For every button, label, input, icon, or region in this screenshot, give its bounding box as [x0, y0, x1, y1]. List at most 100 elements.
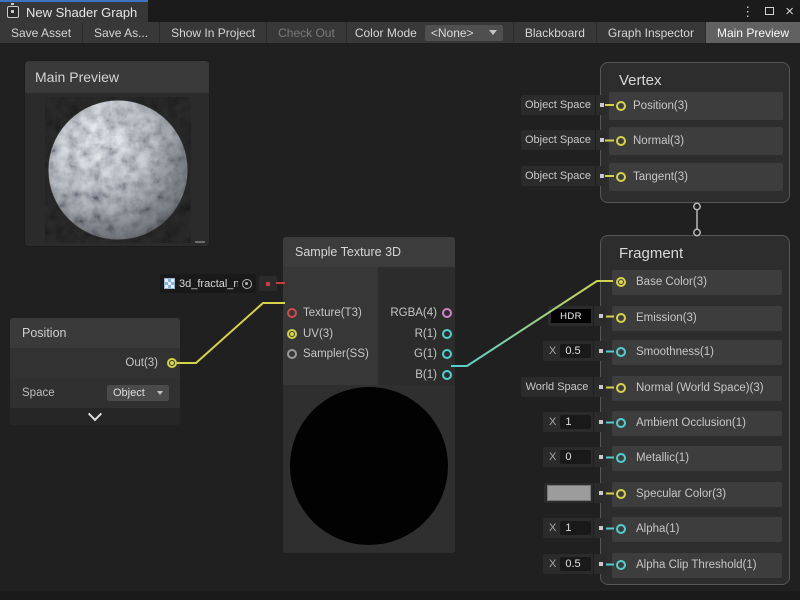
r-output-port[interactable]: [442, 329, 452, 339]
window-bottom-edge: [0, 591, 800, 600]
alpha-clip-input-port[interactable]: [616, 560, 626, 570]
object-picker-icon[interactable]: [242, 279, 252, 289]
out-output-port[interactable]: [167, 358, 177, 368]
base-color-input-port[interactable]: [616, 277, 626, 287]
smoothness-value-field[interactable]: X 0.5: [543, 341, 607, 361]
normal-ws-input-port[interactable]: [616, 383, 626, 393]
connector-dot: [593, 554, 607, 574]
color-swatch[interactable]: [547, 485, 591, 501]
vertex-row-tangent: Tangent(3): [609, 163, 783, 191]
uv-input-port[interactable]: [287, 329, 297, 339]
emission-input-port[interactable]: [616, 313, 626, 323]
fragment-row-metallic: Metallic(1): [612, 446, 782, 471]
window-controls: ⋮ ×: [741, 0, 794, 22]
fragment-node[interactable]: Fragment Base Color(3) Emission(3) Smoot…: [600, 235, 790, 585]
tab-new-shader-graph[interactable]: New Shader Graph: [0, 0, 148, 22]
hdr-color-swatch[interactable]: HDR: [551, 309, 591, 323]
color-mode-label: Color Mode: [347, 26, 425, 40]
ambient-occlusion-value-field[interactable]: X 1: [543, 412, 607, 432]
float-input[interactable]: 0.5: [560, 344, 591, 358]
x-component-label: X: [543, 345, 558, 357]
port-label: Base Color(3): [636, 276, 707, 288]
ambient-occlusion-input-port[interactable]: [616, 418, 626, 428]
fragment-node-title: Fragment: [619, 245, 683, 262]
connector-dot: [595, 95, 607, 115]
save-asset-button[interactable]: Save Asset: [0, 22, 83, 43]
sample-node-title[interactable]: Sample Texture 3D: [283, 237, 455, 268]
normal-input-port[interactable]: [616, 136, 626, 146]
close-icon[interactable]: ×: [785, 4, 794, 19]
float-input[interactable]: 1: [560, 415, 591, 429]
texture3d-icon: [164, 278, 175, 289]
rgba-output-port[interactable]: [442, 308, 452, 318]
normal-space-badge-ws[interactable]: World Space: [521, 377, 607, 397]
fragment-row-alpha: Alpha(1): [612, 517, 782, 542]
color-mode-dropdown[interactable]: <None>: [425, 25, 503, 41]
position-node[interactable]: Position Out(3) Space Object: [10, 318, 180, 425]
port-label: Position(3): [633, 100, 688, 112]
blackboard-toggle-button[interactable]: Blackboard: [513, 22, 596, 43]
b-output-port[interactable]: [442, 370, 452, 380]
x-component-label: X: [543, 451, 558, 463]
main-preview-header[interactable]: Main Preview: [25, 61, 209, 94]
metallic-input-port[interactable]: [616, 453, 626, 463]
tab-bar: New Shader Graph ⋮ ×: [0, 0, 800, 22]
tangent-input-port[interactable]: [616, 172, 626, 182]
main-preview-toggle-button[interactable]: Main Preview: [705, 22, 800, 43]
smoothness-input-port[interactable]: [616, 347, 626, 357]
position-out-row: Out(3): [10, 348, 180, 379]
fragment-row-ambient-occlusion: Ambient Occlusion(1): [612, 411, 782, 436]
emission-hdr-color-field[interactable]: HDR: [548, 306, 607, 326]
space-label: Space: [22, 387, 55, 399]
port-label: Alpha(1): [636, 523, 679, 535]
save-as-button[interactable]: Save As...: [83, 22, 160, 43]
specular-color-field[interactable]: [544, 483, 607, 503]
position-collapse-bar[interactable]: [10, 408, 180, 425]
port-label: UV(3): [303, 328, 333, 340]
float-input[interactable]: 0.5: [560, 557, 591, 571]
port-label: G(1): [414, 348, 437, 360]
float-input[interactable]: 1: [560, 521, 591, 535]
fragment-row-base-color: Base Color(3): [612, 270, 782, 295]
port-label: Smoothness(1): [636, 346, 714, 358]
port-label: Ambient Occlusion(1): [636, 417, 746, 429]
show-in-project-button[interactable]: Show In Project: [160, 22, 267, 43]
texture-object-field[interactable]: 3d_fractal_n: [160, 274, 256, 293]
vertex-node[interactable]: Vertex Position(3) Normal(3) Tangent(3): [600, 62, 790, 203]
kebab-menu-icon[interactable]: ⋮: [741, 5, 754, 18]
sample-node-preview: [283, 385, 455, 553]
connector-dot: [595, 166, 607, 186]
float-input[interactable]: 0: [560, 450, 591, 464]
vertex-row-normal: Normal(3): [609, 127, 783, 155]
check-out-button: Check Out: [267, 22, 347, 43]
normal-space-badge[interactable]: Object Space: [521, 130, 607, 150]
position-space-badge[interactable]: Object Space: [521, 95, 607, 115]
metallic-value-field[interactable]: X 0: [543, 447, 607, 467]
fragment-row-emission: Emission(3): [612, 306, 782, 331]
tangent-space-badge[interactable]: Object Space: [521, 166, 607, 186]
alpha-clip-value-field[interactable]: X 0.5: [543, 554, 607, 574]
texture-input-port[interactable]: [287, 308, 297, 318]
connector-dot: [593, 341, 607, 361]
chevron-down-icon: [157, 391, 163, 395]
x-component-label: X: [543, 558, 558, 570]
resize-grip[interactable]: [195, 241, 205, 243]
graph-inspector-toggle-button[interactable]: Graph Inspector: [596, 22, 705, 43]
space-dropdown[interactable]: Object: [107, 385, 169, 401]
main-preview-title: Main Preview: [35, 69, 119, 85]
position-node-title[interactable]: Position: [10, 318, 180, 349]
tab-title: New Shader Graph: [26, 5, 137, 20]
space-badge-label: Object Space: [521, 170, 595, 182]
connector-dot: [593, 447, 607, 467]
alpha-value-field[interactable]: X 1: [543, 518, 607, 538]
specular-color-input-port[interactable]: [616, 489, 626, 499]
sampler-input-port[interactable]: [287, 349, 297, 359]
connector-dot: [595, 130, 607, 150]
maximize-icon[interactable]: [765, 7, 774, 15]
node-title-label: Sample Texture 3D: [295, 245, 401, 259]
sample-texture-3d-node[interactable]: Sample Texture 3D Texture(T3) UV(3) Samp…: [283, 237, 455, 553]
g-output-port[interactable]: [442, 349, 452, 359]
position-input-port[interactable]: [616, 101, 626, 111]
texture-connector-dot: [259, 276, 277, 291]
alpha-input-port[interactable]: [616, 524, 626, 534]
